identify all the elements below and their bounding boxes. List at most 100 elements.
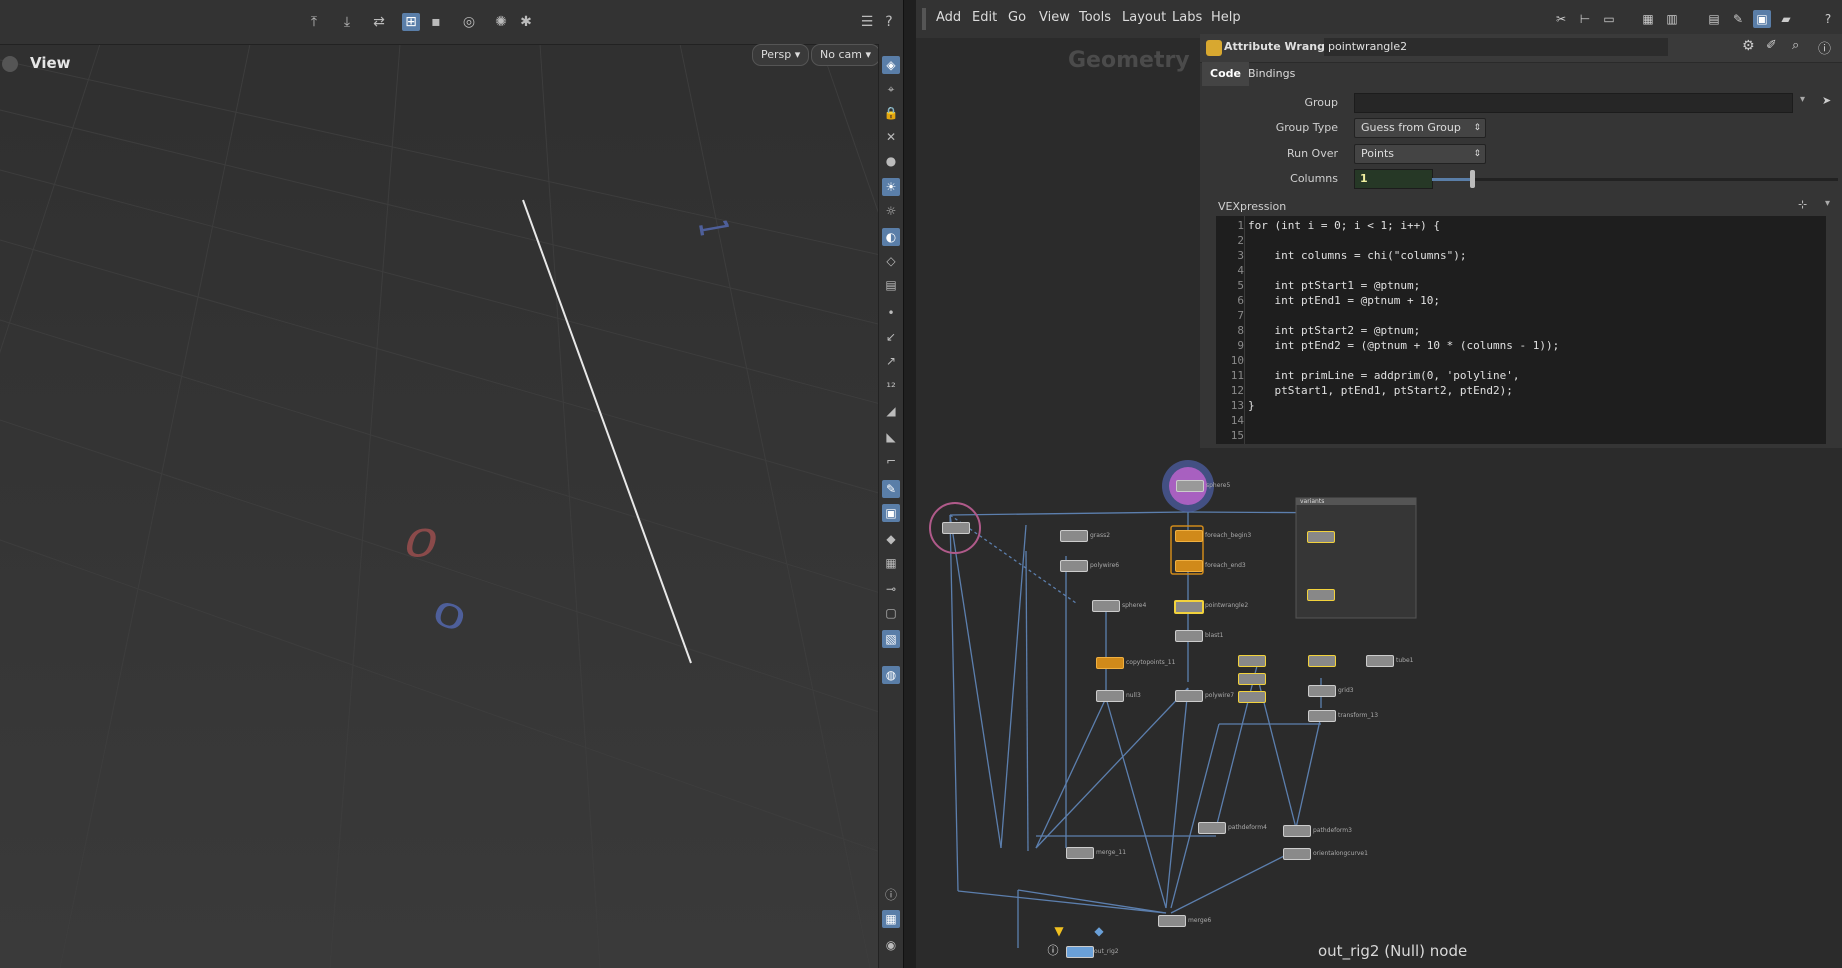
bg-image-icon[interactable]: ▣ — [882, 504, 900, 522]
snap-tool-icon[interactable]: ⊞ — [402, 13, 420, 31]
node-orientalongcurve1[interactable] — [1283, 848, 1311, 860]
node-switch-d[interactable] — [1308, 655, 1336, 667]
layer-icon[interactable]: ◆ — [882, 530, 900, 548]
node-pathdeform3[interactable] — [1283, 825, 1311, 837]
flipbook-icon[interactable]: ◍ — [882, 666, 900, 684]
group-field[interactable] — [1354, 93, 1793, 113]
menu-layout[interactable]: Layout — [1122, 10, 1166, 25]
select-tool-icon[interactable]: ⤒ — [305, 13, 323, 31]
wireframe-icon[interactable]: ◇ — [882, 252, 900, 270]
info-icon[interactable]: ⓘ — [882, 886, 900, 904]
code-line[interactable]: int ptStart1 = @ptnum; — [1248, 279, 1420, 292]
pose-tool-icon[interactable]: ⤓ — [338, 13, 356, 31]
parameter-toggle-icon[interactable]: ▣ — [1753, 10, 1771, 28]
columns-field[interactable]: 1 — [1354, 169, 1433, 189]
node-info-icon[interactable]: ⓘ — [1046, 942, 1060, 957]
viewport-menu-icon[interactable] — [2, 56, 18, 72]
code-line[interactable]: int primLine = addprim(0, 'polyline', — [1248, 369, 1519, 382]
lighting-icon[interactable]: ✺ — [492, 13, 510, 31]
ghost-icon[interactable]: ✕ — [882, 128, 900, 146]
measure-icon[interactable]: ⊸ — [882, 580, 900, 598]
template-icon[interactable]: ✎ — [882, 480, 900, 498]
node-variant-b[interactable] — [1307, 589, 1335, 601]
node-sphere4[interactable] — [1092, 600, 1120, 612]
node-tube1[interactable] — [1366, 655, 1394, 667]
view-tool-icon[interactable]: ◈ — [882, 56, 900, 74]
help-icon[interactable]: ? — [1819, 10, 1837, 28]
node-template[interactable] — [942, 522, 970, 534]
frame-icon[interactable]: ▢ — [882, 604, 900, 622]
overlay-icon[interactable]: ▤ — [882, 276, 900, 294]
transform-tool-icon[interactable]: ⇄ — [370, 13, 388, 31]
pane-handle-icon[interactable] — [922, 8, 926, 30]
point-number-icon[interactable]: ¹² — [882, 378, 900, 396]
node-transform-13[interactable] — [1308, 710, 1336, 722]
node-name-field[interactable]: pointwrangle2 — [1324, 38, 1668, 56]
node-foreach-end3[interactable] — [1175, 560, 1203, 572]
menu-help[interactable]: Help — [1211, 10, 1241, 25]
node-bypass-icon[interactable]: ▼ — [1052, 924, 1066, 938]
brush-icon[interactable]: ✐ — [1766, 38, 1777, 53]
prim-display-icon[interactable]: ◢ — [882, 402, 900, 420]
gear-icon[interactable]: ⚙ — [1742, 38, 1755, 54]
uv-display-icon[interactable]: ◣ — [882, 428, 900, 446]
code-line[interactable]: int columns = chi("columns"); — [1248, 249, 1466, 262]
point-display-icon[interactable]: • — [882, 304, 900, 322]
normal-display-icon[interactable]: ↙ — [882, 328, 900, 346]
sticky-note-icon[interactable]: ✎ — [1729, 10, 1747, 28]
node-pathdeform4[interactable] — [1198, 822, 1226, 834]
node-sphere5[interactable] — [1176, 480, 1204, 492]
chevron-down-icon[interactable]: ▾ — [1825, 198, 1830, 209]
vex-code-editor[interactable]: 1 for (int i = 0; i < 1; i++) {2 3 int col… — [1216, 216, 1826, 444]
light-toggle-icon[interactable]: ☼ — [882, 202, 900, 220]
menu-labs[interactable]: Labs — [1172, 10, 1202, 25]
display-options-icon[interactable]: ☰ — [858, 13, 876, 31]
node-switch-a[interactable] — [1238, 655, 1266, 667]
node-variant-a[interactable] — [1307, 531, 1335, 543]
node-foreach-begin3[interactable] — [1175, 530, 1203, 542]
display-icon[interactable]: ▪ — [427, 13, 445, 31]
run-over-menu[interactable]: Points ⇕ — [1354, 144, 1486, 164]
node-grid3[interactable] — [1308, 685, 1336, 697]
code-line[interactable]: int ptEnd1 = @ptnum + 10; — [1248, 294, 1440, 307]
shading-icon[interactable]: ◐ — [882, 228, 900, 246]
columns-slider-track[interactable] — [1432, 178, 1838, 181]
snapshot-icon[interactable]: ▧ — [882, 630, 900, 648]
node-copytopoints-11[interactable] — [1096, 657, 1124, 669]
layout-grid-icon[interactable]: ▦ — [882, 910, 900, 928]
palette-icon[interactable]: ▤ — [1705, 10, 1723, 28]
code-line[interactable]: int ptEnd2 = (@ptnum + 10 * (columns - 1… — [1248, 339, 1559, 352]
table-view-icon[interactable]: ▥ — [1663, 10, 1681, 28]
sphere-icon[interactable]: ● — [882, 152, 900, 170]
tab-bindings[interactable]: Bindings — [1240, 62, 1303, 86]
code-line[interactable]: for (int i = 0; i < 1; i++) { — [1248, 219, 1440, 232]
code-line[interactable]: } — [1248, 399, 1255, 412]
columns-slider-handle[interactable] — [1470, 170, 1475, 188]
node-display-icon[interactable]: ◆ — [1092, 924, 1106, 938]
light-icon[interactable]: ☀ — [882, 178, 900, 196]
list-icon[interactable]: ▭ — [1600, 10, 1618, 28]
menu-view[interactable]: View — [1039, 10, 1070, 25]
scene-viewport[interactable]: 0 0 1 ⤒ ⤓ ⇄ ⊞ ▪ ◎ ✺ ✱ ☰ ? View Persp ▾ N… — [0, 0, 903, 968]
grid-view-icon[interactable]: ▦ — [1639, 10, 1657, 28]
code-line[interactable]: int ptStart2 = @ptnum; — [1248, 324, 1420, 337]
persp-menu-button[interactable]: Persp ▾ — [752, 44, 810, 66]
render-settings-icon[interactable]: ✱ — [517, 13, 535, 31]
chevron-down-icon[interactable]: ▾ — [1800, 94, 1805, 105]
node-switch-c[interactable] — [1238, 691, 1266, 703]
node-merge-11[interactable] — [1066, 847, 1094, 859]
node-grass2[interactable] — [1060, 530, 1088, 542]
node-polywire6[interactable] — [1060, 560, 1088, 572]
vex-menu-icon[interactable]: ⊹ — [1798, 198, 1807, 211]
help-icon[interactable]: ? — [880, 13, 898, 31]
lock-icon[interactable]: 🔒 — [882, 104, 900, 122]
node-graph[interactable] — [916, 458, 1842, 968]
tools-icon[interactable]: ✂ — [1552, 10, 1570, 28]
menu-edit[interactable]: Edit — [972, 10, 997, 25]
group-type-menu[interactable]: Guess from Group ⇕ — [1354, 118, 1486, 138]
menu-tools[interactable]: Tools — [1079, 10, 1111, 25]
pin-icon[interactable]: ▰ — [1777, 10, 1795, 28]
vector-display-icon[interactable]: ↗ — [882, 352, 900, 370]
pane-divider[interactable] — [903, 0, 917, 968]
node-polywire7[interactable] — [1175, 690, 1203, 702]
